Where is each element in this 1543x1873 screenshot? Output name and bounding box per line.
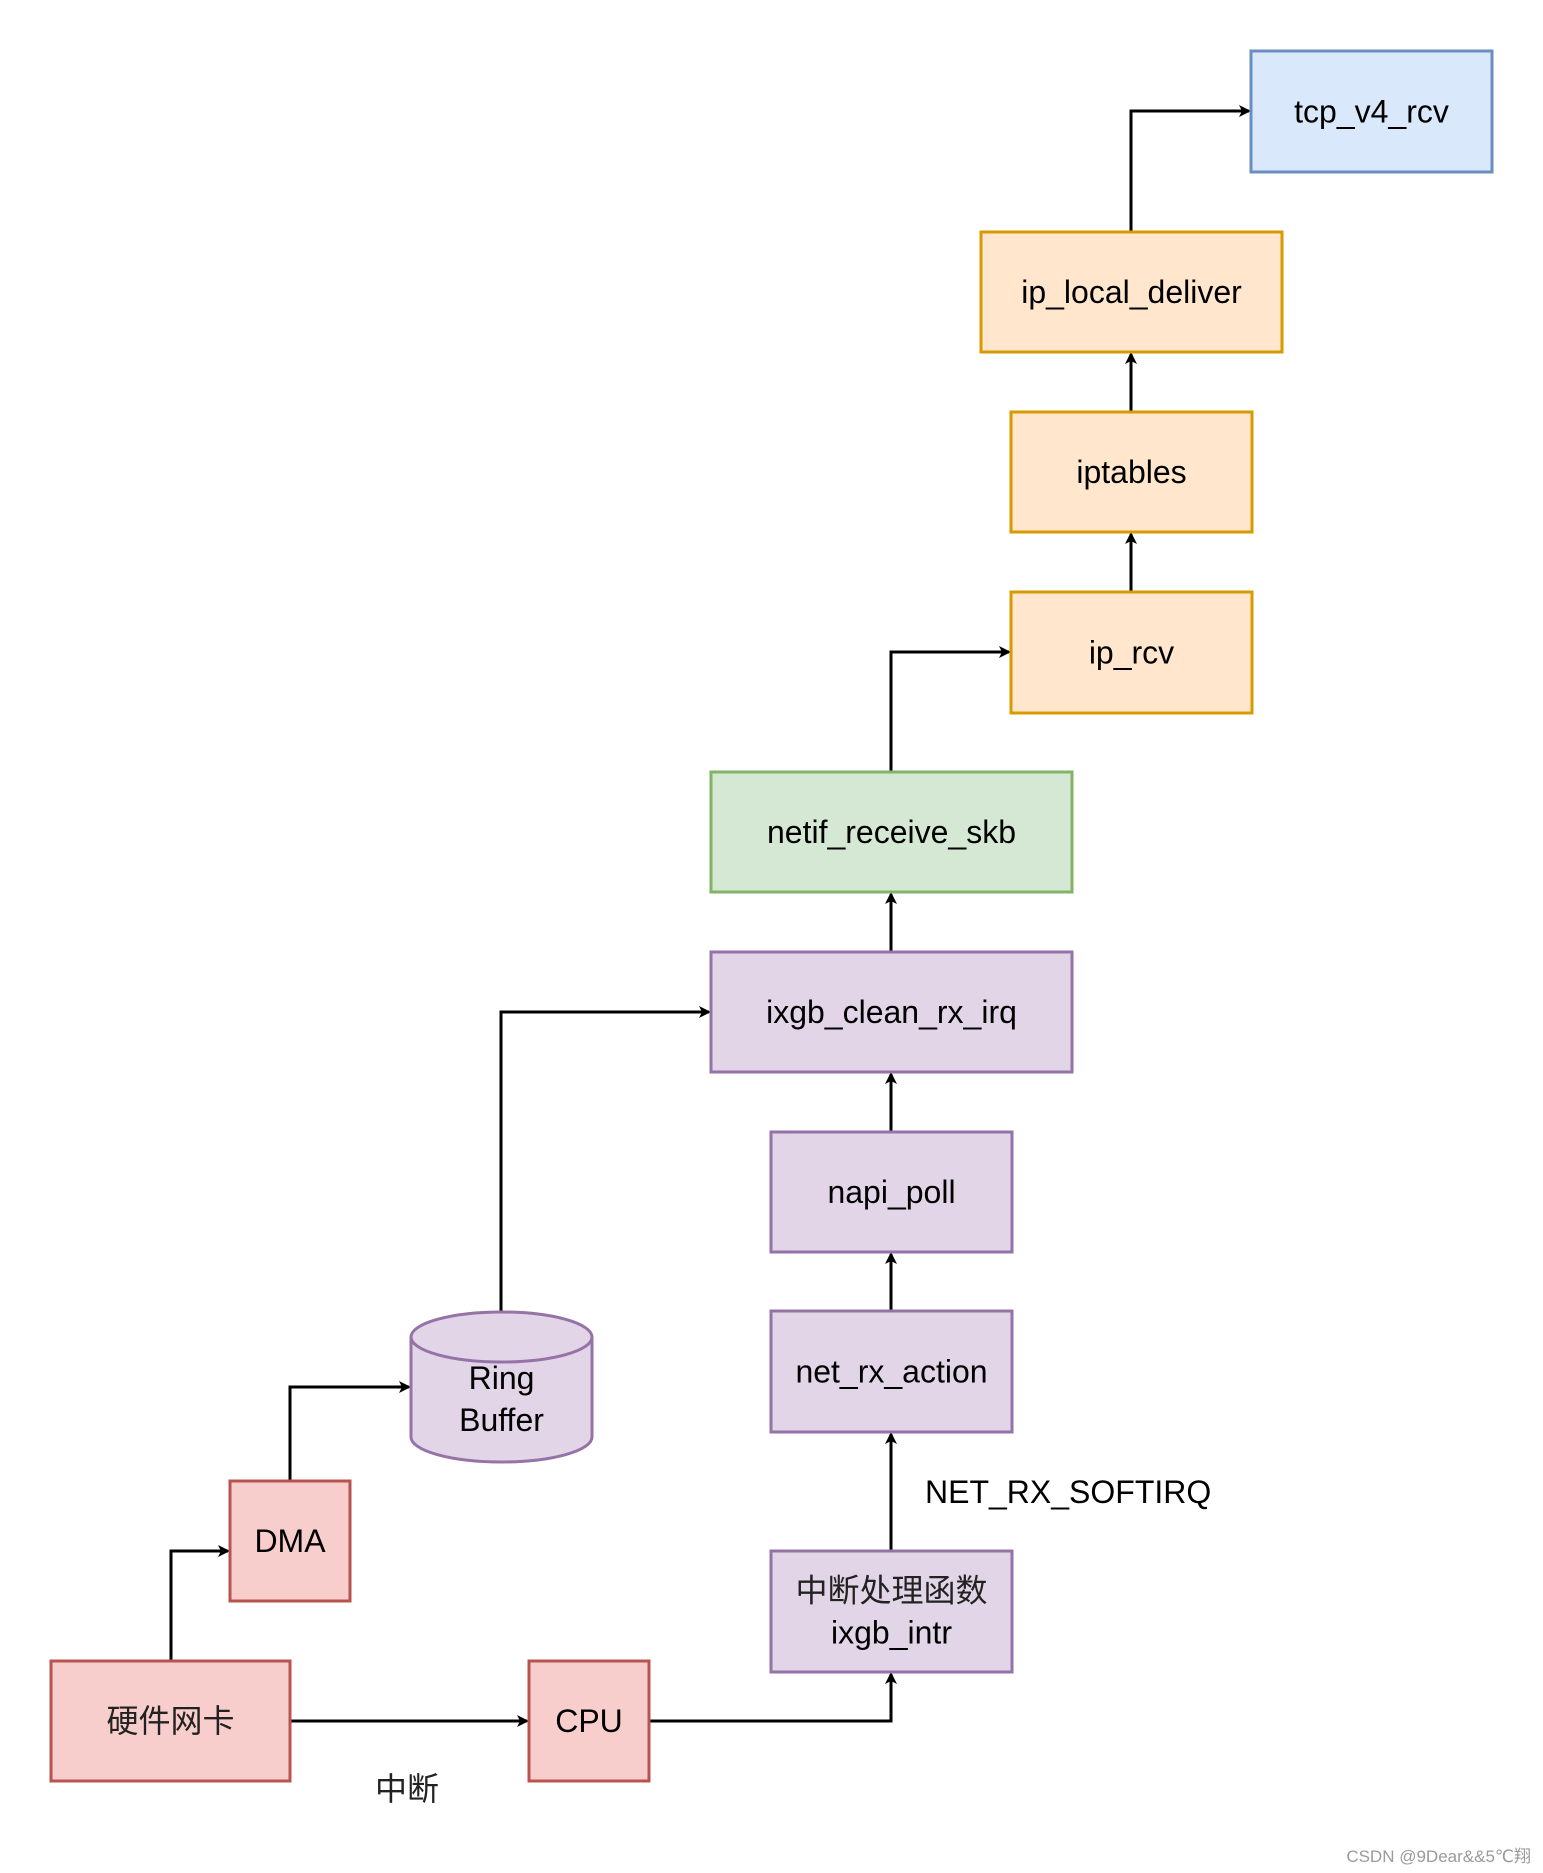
node-netif-receive-skb: netif_receive_skb [709, 770, 1074, 894]
node-intr: 中断处理函数 ixgb_intr [769, 1549, 1014, 1674]
flow-diagram: 硬件网卡 DMA CPU Ring Buffer 中断处理函数 ixgb_intr net_r… [49, 49, 1494, 1808]
node-label: tcp_v4_rcv [1294, 94, 1449, 130]
edge-label-net-rx-softirq: NET_RX_SOFTIRQ [925, 1474, 1211, 1510]
node-label: 中断处理函数 [795, 1572, 987, 1610]
node-label: Buffer [459, 1402, 544, 1438]
edge-ring-buffer-to-ixgb-clean-rx-irq [499, 1006, 711, 1312]
node-ip-local-deliver: ip_local_deliver [979, 230, 1284, 354]
node-napi-poll: napi_poll [769, 1130, 1014, 1254]
edge-cpu-to-intr [649, 1672, 897, 1723]
node-label: 硬件网卡 [106, 1702, 234, 1740]
node-label: napi_poll [827, 1174, 955, 1210]
edge-label-interrupt: 中断 [375, 1770, 439, 1808]
node-label: ip_local_deliver [1021, 274, 1242, 310]
edge-nic-to-dma [169, 1545, 230, 1661]
node-tcp-v4-rcv: tcp_v4_rcv [1249, 49, 1494, 174]
nodes-layer: 硬件网卡 DMA CPU Ring Buffer 中断处理函数 ixgb_intr net_r… [49, 49, 1494, 1783]
node-label: net_rx_action [795, 1354, 987, 1390]
node-ring-buffer: Ring Buffer [409, 1310, 594, 1464]
node-label: CPU [555, 1703, 623, 1739]
node-dma: DMA [228, 1479, 352, 1603]
node-box [769, 1549, 1014, 1674]
edge-ip-local-deliver-to-tcp-v4-rcv [1129, 105, 1251, 232]
node-nic: 硬件网卡 [49, 1659, 292, 1783]
node-label: ixgb_intr [831, 1615, 952, 1651]
node-label: ixgb_clean_rx_irq [766, 994, 1017, 1030]
node-cpu: CPU [527, 1659, 651, 1783]
node-label: ip_rcv [1089, 635, 1174, 671]
node-label: Ring [469, 1360, 535, 1396]
node-ixgb-clean-rx-irq: ixgb_clean_rx_irq [709, 950, 1074, 1074]
node-iptables: iptables [1009, 410, 1254, 534]
node-ip-rcv: ip_rcv [1009, 590, 1254, 715]
edge-netif-receive-skb-to-ip-rcv [889, 646, 1011, 772]
edge-dma-to-ring-buffer [288, 1381, 411, 1481]
node-net-rx-action: net_rx_action [769, 1309, 1014, 1434]
node-label: iptables [1076, 454, 1186, 490]
node-label: netif_receive_skb [767, 814, 1016, 850]
watermark: CSDN @9Dear&&5℃翔 [1346, 1847, 1531, 1866]
node-label: DMA [254, 1523, 326, 1559]
